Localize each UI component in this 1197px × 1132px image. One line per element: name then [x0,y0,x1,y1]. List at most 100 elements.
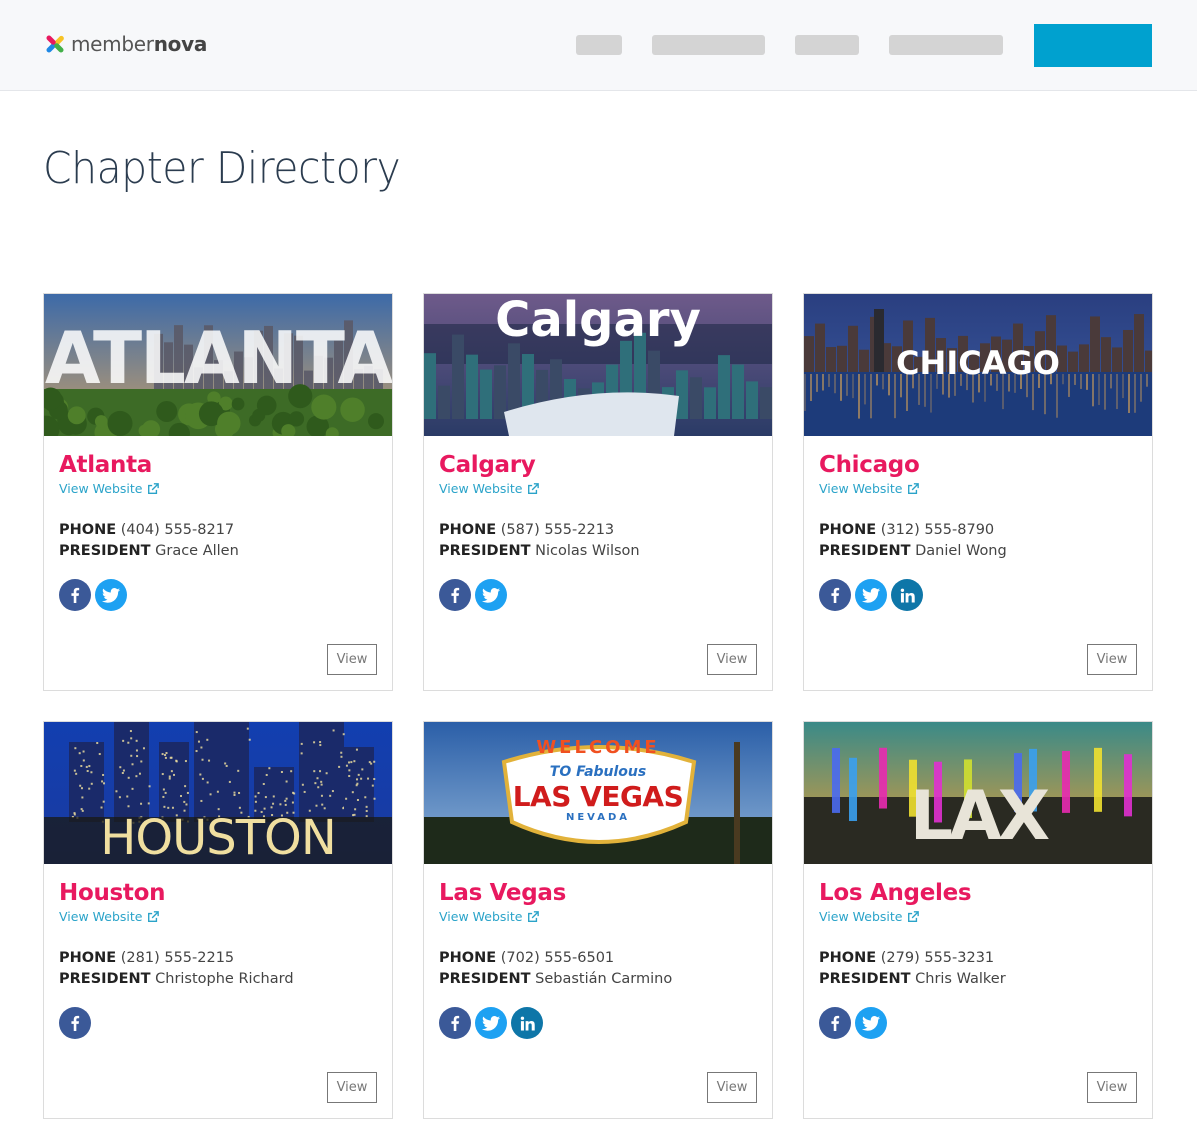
chapter-info: PHONE (702) 555-6501 PRESIDENT Sebastián… [439,948,757,990]
chapter-card-los-angeles: LAX Los Angeles View Website PHONE (279)… [803,721,1153,1119]
nav-cta-button[interactable] [1034,24,1152,67]
chapter-name[interactable]: Atlanta [59,450,377,480]
view-website-link[interactable]: View Website [439,909,540,925]
linkedin-link[interactable] [511,1007,543,1039]
twitter-link[interactable] [95,579,127,611]
view-chapter-button[interactable]: View [1087,1072,1137,1103]
twitter-icon [862,1015,880,1031]
chapter-banner-image[interactable]: HOUSTON [44,722,392,864]
president-label: PRESIDENT [59,971,151,987]
president-row: PRESIDENT Sebastián Carmino [439,969,757,990]
chapter-card-body: Los Angeles View Website PHONE (279) 555… [819,878,1137,1039]
president-row: PRESIDENT Nicolas Wilson [439,541,757,562]
chapter-card-body: Houston View Website PHONE (281) 555-221… [59,878,377,1039]
twitter-link[interactable] [855,579,887,611]
chapter-name[interactable]: Chicago [819,450,1137,480]
president-row: PRESIDENT Christophe Richard [59,969,377,990]
page-title: Chapter Directory [43,143,401,194]
external-link-icon [528,911,540,922]
nav-item-4[interactable] [889,35,1003,55]
chapter-card-las-vegas: LAS VEGAS WELCOME TO Fabulous NEVADA Las … [423,721,773,1119]
phone-value: (281) 555-2215 [120,950,235,966]
facebook-link[interactable] [59,579,91,611]
chapter-banner-image[interactable]: Calgary [424,294,772,436]
facebook-link[interactable] [59,1007,91,1039]
linkedin-icon [900,588,915,603]
chapter-banner-image[interactable]: ATLANTA [44,294,392,436]
linkedin-link[interactable] [891,579,923,611]
president-value: Chris Walker [915,971,1006,987]
nav-item-2[interactable] [652,35,765,55]
social-links [819,579,1137,611]
chapter-card-calgary: Calgary Calgary View Website PHONE (587)… [423,293,773,691]
banner-subtext-top: WELCOME [536,737,660,758]
chapter-card-houston: HOUSTON Houston View Website PHONE (281)… [43,721,393,1119]
view-website-label: View Website [819,481,903,496]
twitter-link[interactable] [855,1007,887,1039]
facebook-link[interactable] [439,1007,471,1039]
brand-name: membernova [71,32,208,56]
view-website-link[interactable]: View Website [439,481,540,497]
view-website-label: View Website [439,909,523,924]
phone-row: PHONE (281) 555-2215 [59,948,377,969]
twitter-link[interactable] [475,1007,507,1039]
nav-item-3[interactable] [795,35,859,55]
view-chapter-button[interactable]: View [707,1072,757,1103]
chapter-name[interactable]: Houston [59,878,377,908]
chapter-name[interactable]: Calgary [439,450,757,480]
president-value: Grace Allen [155,543,239,559]
facebook-icon [71,587,80,603]
twitter-icon [862,587,880,603]
social-links [439,579,757,611]
twitter-link[interactable] [475,579,507,611]
social-links [59,1007,377,1039]
banner-title: ATLANTA [44,316,392,400]
chapter-info: PHONE (312) 555-8790 PRESIDENT Daniel Wo… [819,520,1137,562]
facebook-link[interactable] [439,579,471,611]
chapter-info: PHONE (587) 555-2213 PRESIDENT Nicolas W… [439,520,757,562]
facebook-link[interactable] [819,579,851,611]
view-website-link[interactable]: View Website [819,481,920,497]
phone-label: PHONE [819,522,877,538]
membernova-logo-icon [46,35,64,53]
phone-row: PHONE (702) 555-6501 [439,948,757,969]
view-website-label: View Website [819,909,903,924]
facebook-icon [451,1015,460,1031]
chapter-info: PHONE (279) 555-3231 PRESIDENT Chris Wal… [819,948,1137,990]
view-website-label: View Website [59,909,143,924]
view-chapter-button[interactable]: View [1087,644,1137,675]
chapter-card-body: Chicago View Website PHONE (312) 555-879… [819,450,1137,611]
view-chapter-button[interactable]: View [327,644,377,675]
chapter-name[interactable]: Las Vegas [439,878,757,908]
view-website-link[interactable]: View Website [59,481,160,497]
phone-row: PHONE (587) 555-2213 [439,520,757,541]
phone-value: (702) 555-6501 [500,950,615,966]
banner-title: LAX [909,777,1050,856]
president-label: PRESIDENT [439,971,531,987]
chapter-banner-image[interactable]: LAX [804,722,1152,864]
chapter-info: PHONE (281) 555-2215 PRESIDENT Christoph… [59,948,377,990]
chapter-card-body: Atlanta View Website PHONE (404) 555-821… [59,450,377,611]
social-links [439,1007,757,1039]
brand-logo[interactable]: membernova [43,32,207,56]
president-row: PRESIDENT Daniel Wong [819,541,1137,562]
banner-title: CHICAGO [896,344,1060,382]
president-value: Nicolas Wilson [535,543,640,559]
chapter-name[interactable]: Los Angeles [819,878,1137,908]
external-link-icon [148,483,160,494]
banner-title: Calgary [495,294,701,348]
nav-item-1[interactable] [576,35,622,55]
view-chapter-button[interactable]: View [327,1072,377,1103]
chapter-banner-image[interactable]: LAS VEGAS WELCOME TO Fabulous NEVADA [424,722,772,864]
chapter-banner-image[interactable]: CHICAGO [804,294,1152,436]
phone-value: (279) 555-3231 [880,950,995,966]
phone-row: PHONE (312) 555-8790 [819,520,1137,541]
view-chapter-button[interactable]: View [707,644,757,675]
chapter-card-atlanta: ATLANTA Atlanta View Website PHONE (404)… [43,293,393,691]
facebook-link[interactable] [819,1007,851,1039]
banner-title: HOUSTON [100,810,336,864]
view-website-link[interactable]: View Website [59,909,160,925]
facebook-icon [831,1015,840,1031]
president-label: PRESIDENT [59,543,151,559]
view-website-link[interactable]: View Website [819,909,920,925]
